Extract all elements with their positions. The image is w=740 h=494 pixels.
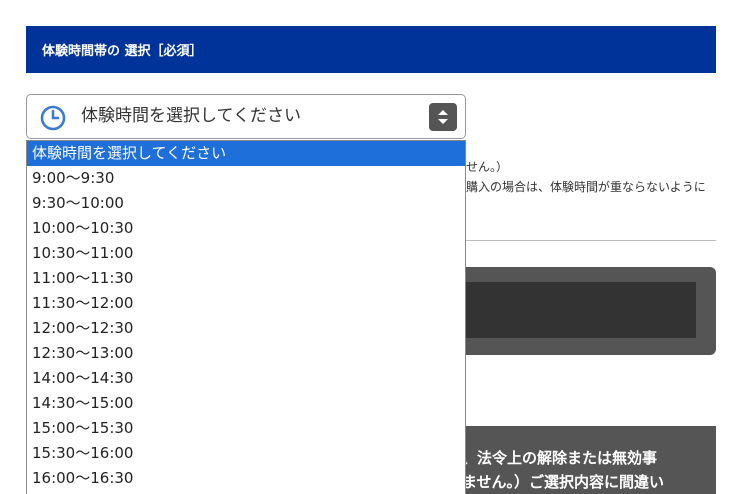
notice-line1: 、法令上の解除または無効事 (462, 449, 658, 467)
dropdown-option[interactable]: 10:00～10:30 (27, 216, 465, 241)
dropdown-option[interactable]: 12:30～13:00 (27, 341, 465, 366)
section-header: 体験時間帯の 選択［必須］ (26, 26, 716, 73)
dropdown-option[interactable]: 9:30～10:00 (27, 191, 465, 216)
select-current-value: 体験時間を選択してください (81, 106, 301, 126)
dropdown-option[interactable]: 12:00～12:30 (27, 316, 465, 341)
dropdown-option[interactable]: 16:00～16:30 (27, 466, 465, 491)
section-title: 体験時間帯の 選択［必須］ (42, 44, 203, 59)
dropdown-option[interactable]: 15:30～16:00 (27, 441, 465, 466)
dropdown-option[interactable]: 11:30～12:00 (27, 291, 465, 316)
notice-line2: ません。）ご選択内容に間違い (462, 473, 665, 491)
clock-icon (40, 105, 66, 131)
dropdown-option[interactable]: 9:00～9:30 (27, 166, 465, 191)
dropdown-option[interactable]: 14:30～15:00 (27, 391, 465, 416)
divider (466, 240, 716, 241)
time-slot-dropdown-list[interactable]: 体験時間を選択してください 9:00～9:30 9:30～10:00 10:00… (26, 140, 466, 494)
updown-arrows-icon[interactable] (429, 103, 457, 131)
dropdown-option[interactable]: 11:00～11:30 (27, 266, 465, 291)
dropdown-option[interactable]: 10:30～11:00 (27, 241, 465, 266)
dark-panel-inner (466, 282, 696, 338)
dropdown-option[interactable]: 体験時間を選択してください (27, 141, 465, 166)
dropdown-option[interactable]: 14:00～14:30 (27, 366, 465, 391)
background-text-line2: 購入の場合は、体験時間が重ならないように (466, 180, 706, 194)
dropdown-option[interactable]: 15:00～15:30 (27, 416, 465, 441)
background-text-line1: せん。） (466, 160, 509, 174)
time-slot-select[interactable]: 体験時間を選択してください (26, 94, 466, 139)
